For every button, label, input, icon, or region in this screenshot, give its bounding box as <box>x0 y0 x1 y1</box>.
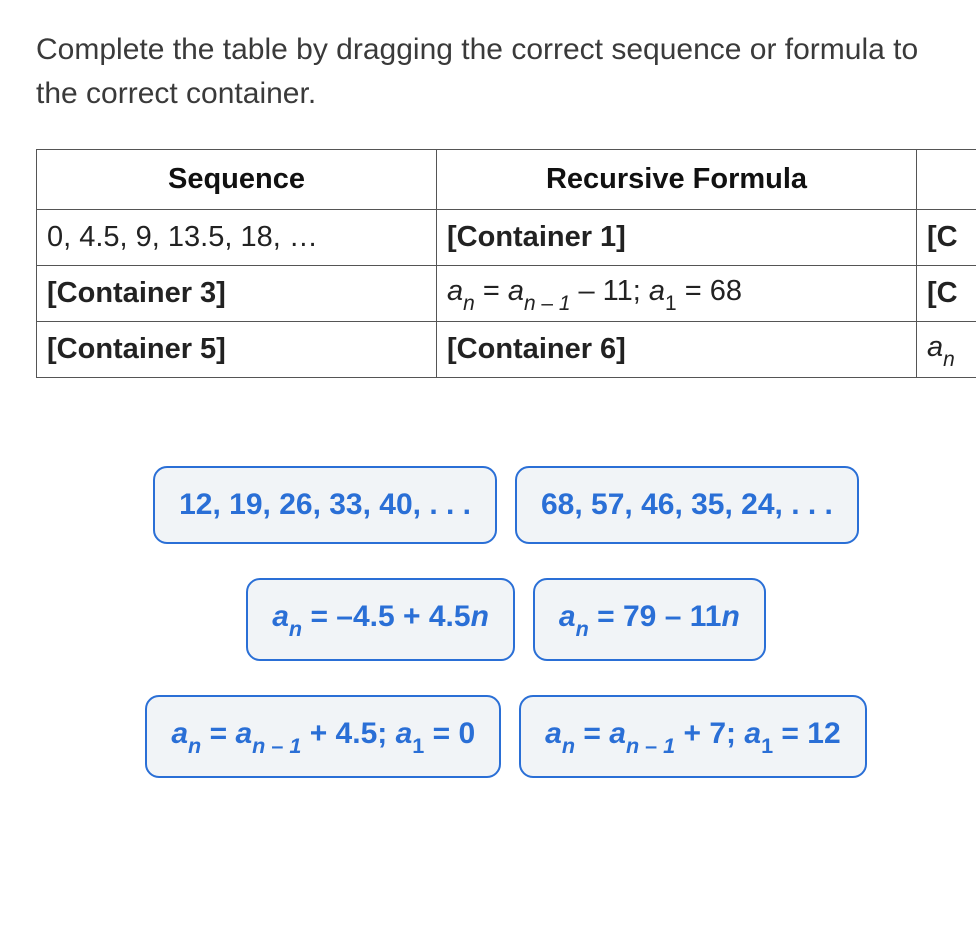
cell-sequence-1: 0, 4.5, 9, 13.5, 18, … <box>37 210 437 266</box>
instructions-text: Complete the table by dragging the corre… <box>36 28 936 115</box>
cell-extra-3: an <box>917 322 976 378</box>
table-row: [Container 5] [Container 6] an <box>37 322 976 378</box>
tile-formula-explicit-79[interactable]: an = 79 – 11n <box>533 578 766 661</box>
tile-formula-explicit-45[interactable]: an = –4.5 + 4.5n <box>246 578 515 661</box>
table-row: [Container 3] an = an – 1 – 11; a1 = 68 … <box>37 266 976 322</box>
cell-extra-2: [C <box>917 266 976 322</box>
cell-recursive-2: an = an – 1 – 11; a1 = 68 <box>437 266 917 322</box>
table-header-row: Sequence Recursive Formula <box>37 150 976 210</box>
tile-sequence-12[interactable]: 12, 19, 26, 33, 40, . . . <box>153 466 497 544</box>
exercise-page: Complete the table by dragging the corre… <box>0 0 976 778</box>
header-extra <box>917 150 976 210</box>
container-3-dropzone[interactable]: [Container 3] <box>37 266 437 322</box>
container-6-dropzone[interactable]: [Container 6] <box>437 322 917 378</box>
cell-extra-1: [C <box>917 210 976 266</box>
container-1-dropzone[interactable]: [Container 1] <box>437 210 917 266</box>
header-recursive: Recursive Formula <box>437 150 917 210</box>
tile-sequence-68[interactable]: 68, 57, 46, 35, 24, . . . <box>515 466 859 544</box>
draggable-tiles-area: 12, 19, 26, 33, 40, . . . 68, 57, 46, 35… <box>36 466 976 778</box>
table-row: 0, 4.5, 9, 13.5, 18, … [Container 1] [C <box>37 210 976 266</box>
header-sequence: Sequence <box>37 150 437 210</box>
tile-formula-recursive-45[interactable]: an = an – 1 + 4.5; a1 = 0 <box>145 695 501 778</box>
container-5-dropzone[interactable]: [Container 5] <box>37 322 437 378</box>
tile-formula-recursive-7[interactable]: an = an – 1 + 7; a1 = 12 <box>519 695 866 778</box>
sequence-table: Sequence Recursive Formula 0, 4.5, 9, 13… <box>36 149 976 378</box>
tile-row-2: an = –4.5 + 4.5n an = 79 – 11n <box>246 578 766 661</box>
tile-row-3: an = an – 1 + 4.5; a1 = 0 an = an – 1 + … <box>145 695 866 778</box>
tile-row-1: 12, 19, 26, 33, 40, . . . 68, 57, 46, 35… <box>153 466 859 544</box>
